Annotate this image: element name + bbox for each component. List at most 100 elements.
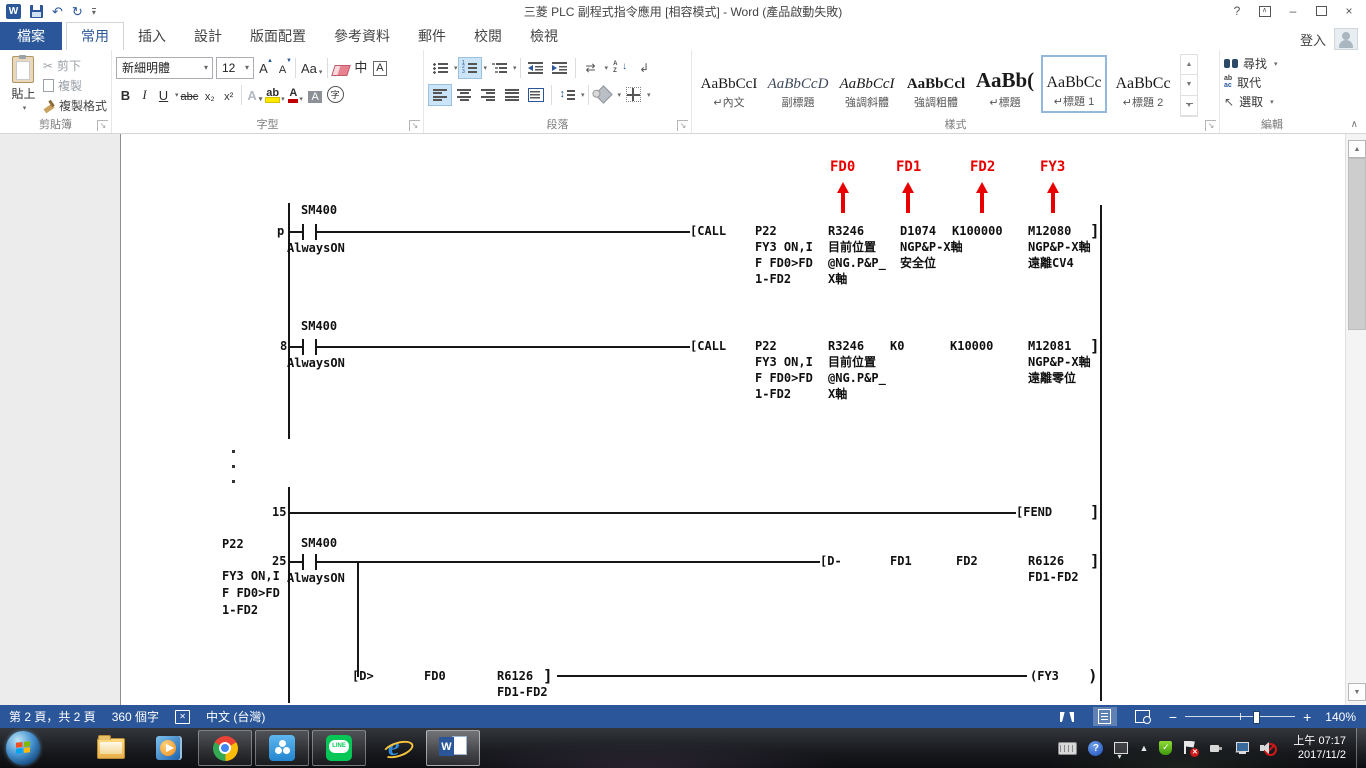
taskbar-line[interactable] [312,730,366,766]
scroll-up-icon[interactable]: ▲ [1348,140,1366,158]
customize-quick-access-icon[interactable]: ▾ [92,8,96,15]
sign-in-link[interactable]: 登入 [1300,30,1326,49]
tab-mailings[interactable]: 郵件 [404,23,460,50]
taskbar-cloud-app[interactable] [255,730,309,766]
web-layout-button[interactable] [1131,707,1155,726]
language-indicator[interactable]: 中文 (台灣) [206,708,265,725]
bullets-button[interactable] [428,57,452,79]
zoom-in-icon[interactable]: + [1303,710,1311,724]
taskbar-internet-explorer[interactable] [369,730,423,766]
line-spacing-button[interactable] [555,84,579,106]
collapse-ribbon-icon[interactable]: ∧ [1351,119,1358,130]
distribute-button[interactable] [524,84,548,106]
phonetic-guide-button[interactable]: 中 [351,57,370,78]
volume-muted-icon[interactable] [1260,741,1276,756]
sort-button[interactable] [608,57,632,79]
paste-dropdown-icon[interactable]: ▾ [23,104,27,112]
grow-font-button[interactable]: A▲ [254,57,273,78]
tab-insert[interactable]: 插入 [124,23,180,50]
zoom-out-icon[interactable]: − [1169,710,1177,724]
styles-scroll-down-icon[interactable]: ▼ [1181,75,1197,95]
enclose-characters-button[interactable]: 字 [325,84,346,105]
copy-button[interactable]: 複製 [43,77,107,94]
font-color-button[interactable]: A▾ [287,84,306,105]
tab-view[interactable]: 檢視 [516,23,572,50]
multilevel-list-button[interactable] [487,57,511,79]
minimize-icon[interactable]: – [1280,2,1306,20]
zoom-level[interactable]: 140% [1325,710,1356,724]
document-page[interactable] [120,134,1347,705]
redo-icon[interactable]: ↻ [72,5,83,18]
replace-button[interactable]: ab ac 取代 [1224,73,1320,92]
style-card-subtitle[interactable]: AaBbCcD 副標題 [765,55,831,113]
taskbar-explorer[interactable] [84,730,138,766]
subscript-button[interactable]: x₂ [200,84,219,105]
taskbar-media-player[interactable] [141,730,195,766]
character-shading-button[interactable]: A [306,84,325,105]
proofing-errors-icon[interactable]: ✕ [175,710,190,724]
undo-icon[interactable]: ↶ [52,5,63,18]
style-card-heading2[interactable]: AaBbCc ↵標題 2 [1110,55,1176,113]
tab-references[interactable]: 參考資料 [320,23,404,50]
network-icon[interactable] [1234,741,1249,755]
font-size-select[interactable]: 12 ▾ [216,57,254,79]
page-indicator[interactable]: 第 2 頁，共 2 頁 [9,708,96,725]
asian-layout-button[interactable]: ⇄ [579,57,603,79]
clear-formatting-button[interactable] [331,57,351,78]
format-painter-button[interactable]: 複製格式 [43,97,107,114]
shrink-font-button[interactable]: A▼ [273,57,292,78]
highlight-button[interactable]: ab▾ [264,84,286,105]
help-icon[interactable]: ? [1224,2,1250,20]
justify-button[interactable] [500,84,524,106]
tab-review[interactable]: 校閱 [460,23,516,50]
font-name-select[interactable]: 新細明體 ▾ [116,57,213,79]
avatar[interactable] [1334,28,1358,50]
tab-home[interactable]: 常用 [66,22,124,51]
show-marks-button[interactable]: ↲ [632,57,656,79]
align-right-button[interactable] [476,84,500,106]
word-count[interactable]: 360 個字 [112,708,159,725]
show-desktop-button[interactable] [1356,728,1366,768]
decrease-indent-button[interactable] [524,57,548,79]
style-card-heading1[interactable]: AaBbCc ↵標題 1 [1041,55,1107,113]
scrollbar-thumb[interactable] [1348,158,1366,330]
align-left-button[interactable] [428,84,452,106]
cut-button[interactable]: ✂ 剪下 [43,57,107,74]
underline-button[interactable]: U [154,84,173,105]
close-icon[interactable]: × [1336,2,1362,20]
print-layout-button[interactable] [1093,707,1117,726]
zoom-slider-thumb[interactable] [1253,711,1260,724]
paste-button[interactable]: 貼上 ▾ [4,54,43,117]
styles-more-icon[interactable]: ▼ [1181,96,1197,116]
tab-design[interactable]: 設計 [180,23,236,50]
action-center-flag-icon[interactable]: ✕ [1183,741,1197,756]
scroll-down-icon[interactable]: ▼ [1348,683,1366,701]
align-center-button[interactable] [452,84,476,106]
save-icon[interactable] [30,5,43,18]
security-shield-icon[interactable]: ✓ [1159,741,1172,755]
borders-button[interactable] [621,84,645,106]
strikethrough-button[interactable]: abc [179,84,201,105]
vertical-scrollbar[interactable]: ▲ ▼ [1345,134,1366,705]
character-border-button[interactable]: A [370,57,389,78]
superscript-button[interactable]: x² [219,84,238,105]
styles-scroll-up-icon[interactable]: ▲ [1181,55,1197,75]
find-button[interactable]: 尋找▾ [1224,54,1320,73]
restore-icon[interactable] [1308,2,1334,20]
font-dialog-launcher-icon[interactable]: ↘ [409,120,420,131]
language-bar-icon[interactable] [1114,742,1128,754]
tab-layout[interactable]: 版面配置 [236,23,320,50]
ribbon-display-options-icon[interactable] [1252,2,1278,20]
shading-button[interactable] [592,84,616,106]
taskbar-chrome[interactable] [198,730,252,766]
increase-indent-button[interactable] [548,57,572,79]
tray-help-icon[interactable]: ? [1088,741,1103,756]
styles-dialog-launcher-icon[interactable]: ↘ [1205,120,1216,131]
word-app-icon[interactable]: W [6,4,21,19]
text-effects-button[interactable]: A▾ [245,84,264,105]
taskbar-word[interactable] [426,730,480,766]
paragraph-dialog-launcher-icon[interactable]: ↘ [677,120,688,131]
style-card-emphasis-bold[interactable]: AaBbCcl 強調粗體 [903,55,969,113]
safely-remove-hardware-icon[interactable] [1208,741,1223,755]
tab-file[interactable]: 檔案 [0,22,62,50]
